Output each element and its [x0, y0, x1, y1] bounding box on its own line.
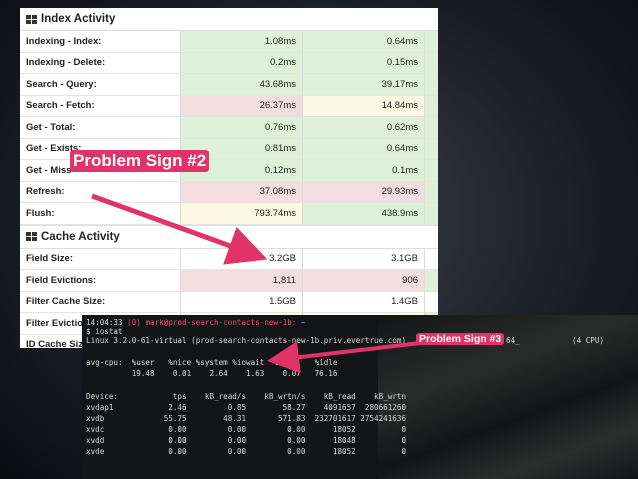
problem-sign-3-label: Problem Sign #3: [416, 333, 505, 345]
prompt-user: mark: [145, 318, 164, 327]
prompt-host: @prod-search-contacts-new-1b:: [163, 318, 297, 327]
row-tail: [424, 181, 438, 202]
table-row: Filter Cache Size: 1.5GB 1.4GB: [20, 291, 438, 313]
table-row: Field Evictions: 1,811 906: [20, 270, 438, 292]
node2-value: 29.93ms: [302, 181, 424, 202]
system-info-tail: 64_: [506, 336, 520, 345]
row-label: Field Evictions:: [26, 274, 97, 286]
table-row: Search - Fetch: 26.37ms 14.84ms: [20, 95, 438, 117]
node2-value: 0.62ms: [302, 117, 424, 138]
prompt-path: ~: [300, 318, 306, 327]
table-row: Get - Total: 0.76ms 0.62ms: [20, 117, 438, 139]
row-tail: [424, 31, 438, 52]
cpu-header: avg-cpu: %user %nice %system %iowait %st…: [86, 358, 338, 367]
system-info: Linux 3.2.0-61-virtual (prod-search-cont…: [86, 336, 407, 345]
node2-value: 906: [302, 270, 424, 291]
node1-value: 1.08ms: [180, 31, 302, 52]
node2-value: 0.64ms: [302, 31, 424, 52]
node2-value: 0.64ms: [302, 138, 424, 159]
node1-value: 26.37ms: [180, 95, 302, 116]
row-tail: [424, 270, 438, 291]
row-label: Flush:: [26, 207, 55, 219]
table-row: Refresh: 37.08ms 29.93ms: [20, 181, 438, 203]
prompt-time: 14:04:33: [86, 318, 123, 327]
prompt-status: (0): [127, 318, 141, 327]
cpu-count: (4 CPU): [572, 336, 605, 345]
row-label: Indexing - Delete:: [26, 57, 106, 69]
device-row: xvdap1 2.46 0.85 58.27 4091657 280661260: [86, 403, 407, 412]
device-row: xvde 0.00 0.00 0.00 18052 0: [86, 447, 407, 456]
device-row: xvdb 55.75 48.31 571.83 232701617 275424…: [86, 414, 407, 423]
row-tail: [424, 95, 438, 116]
table-row: Indexing - Delete: 0.2ms 0.15ms: [20, 52, 438, 74]
table-row: Indexing - Index: 1.08ms 0.64ms: [20, 31, 438, 53]
row-label: Search - Fetch:: [26, 100, 95, 112]
terminal-window: 14:04:33 (0) mark@prod-search-contacts-n…: [82, 315, 638, 479]
table-row: Search - Query: 43.68ms 39.17ms: [20, 74, 438, 96]
problem-sign-2-label: Problem Sign #2: [70, 150, 210, 172]
node1-value: 0.2ms: [180, 52, 302, 73]
terminal-command: $ iostat: [86, 327, 123, 336]
node1-value: 1.5GB: [180, 291, 302, 312]
row-tail: [424, 291, 438, 312]
node1-value: 0.76ms: [180, 117, 302, 138]
row-tail: [424, 160, 438, 181]
row-label: Filter Cache Size:: [26, 296, 106, 308]
cache-activity-title: Cache Activity: [41, 230, 120, 243]
index-activity-title: Index Activity: [41, 13, 116, 25]
node2-value: 39.17ms: [302, 74, 424, 95]
row-label: Search - Query:: [26, 78, 97, 90]
row-label: Get - Total:: [26, 121, 76, 133]
node2-value: 0.1ms: [302, 160, 424, 181]
node2-value: 438.9ms: [302, 203, 424, 224]
row-tail: [424, 138, 438, 159]
table-row: Field Size: 3.2GB 3.1GB: [20, 248, 438, 270]
node1-value: 37.08ms: [180, 181, 302, 202]
node2-value: 3.1GB: [302, 248, 424, 269]
row-label: Field Size:: [26, 253, 73, 265]
index-activity-header: Index Activity: [20, 8, 438, 31]
cpu-values: 19.48 0.01 2.64 1.63 0.07 76.16: [86, 369, 338, 378]
table-icon: [26, 14, 37, 24]
device-row: xvdd 0.00 0.00 0.00 18048 0: [86, 436, 407, 445]
row-tail: [424, 203, 438, 224]
table-row: Flush: 793.74ms 438.9ms: [20, 203, 438, 225]
row-label: Refresh:: [26, 186, 65, 198]
row-tail: [424, 248, 438, 269]
node1-value: 793.74ms: [180, 203, 302, 224]
node1-value: 1,811: [180, 270, 302, 291]
node2-value: 1.4GB: [302, 291, 424, 312]
cache-activity-header: Cache Activity: [20, 224, 438, 249]
terminal-system-line: Linux 3.2.0-61-virtual (prod-search-cont…: [86, 336, 604, 345]
node1-value: 43.68ms: [180, 74, 302, 95]
row-tail: [424, 52, 438, 73]
terminal-prompt-line: 14:04:33 (0) mark@prod-search-contacts-n…: [86, 318, 306, 327]
row-tail: [424, 74, 438, 95]
row-tail: [424, 117, 438, 138]
stats-panel: Index Activity Indexing - Index: 1.08ms 0.…: [20, 8, 438, 348]
row-label: Indexing - Index:: [26, 35, 102, 47]
table-icon: [26, 232, 37, 241]
node2-value: 0.15ms: [302, 52, 424, 73]
node1-value: 3.2GB: [180, 248, 302, 269]
device-header: Device: tps kB_read/s kB_wrtn/s kB_read …: [86, 392, 407, 401]
node2-value: 14.84ms: [302, 95, 424, 116]
device-row: xvdc 0.00 0.00 0.00 18052 0: [86, 425, 407, 434]
index-activity-table: Indexing - Index: 1.08ms 0.64ms Indexing - …: [20, 31, 438, 225]
